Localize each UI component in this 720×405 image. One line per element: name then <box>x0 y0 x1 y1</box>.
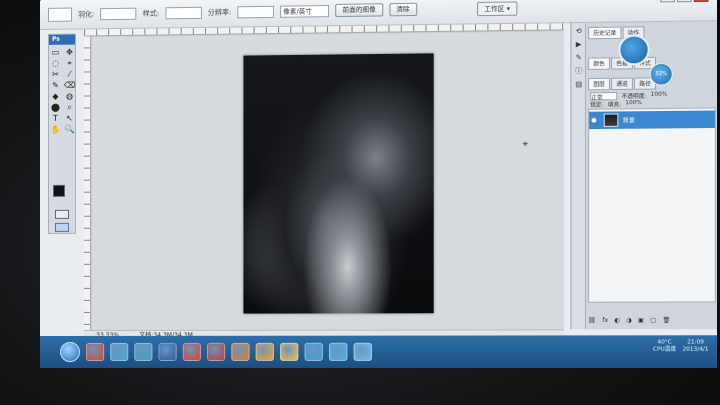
window-controls <box>660 0 709 3</box>
taskbar-app-icon[interactable] <box>353 342 373 361</box>
ps-logo: Ps <box>48 34 76 45</box>
history-icon[interactable]: ⟲ <box>574 27 584 36</box>
tab-layers[interactable]: 图层 <box>588 77 611 91</box>
taskbar-app-icon[interactable] <box>329 342 348 361</box>
screen-mode-button[interactable] <box>54 222 70 232</box>
style-field[interactable] <box>165 6 202 19</box>
quick-mask-button[interactable] <box>54 209 70 219</box>
tool-icon[interactable]: ▭ <box>50 48 61 58</box>
tab-color[interactable]: 颜色 <box>588 57 611 70</box>
start-button[interactable] <box>60 341 81 362</box>
tool-icon[interactable]: ◆ <box>50 92 61 102</box>
tool-icon[interactable]: 🔍 <box>64 125 75 135</box>
taskbar-app-icon[interactable] <box>206 342 226 361</box>
eye-icon[interactable]: ● <box>591 116 599 124</box>
maximize-button[interactable] <box>676 0 692 3</box>
layer-action-icon[interactable]: ▣ <box>638 317 644 324</box>
fill-label: 填充: <box>607 102 622 109</box>
brush-icon[interactable]: ✎ <box>574 54 584 63</box>
actions-icon[interactable]: ▶ <box>574 40 584 49</box>
toolbox: Ps ▭ ✥ ◌ ⌖ ✂ ⁄ ✎ ⌫ ◆ ◍ ⬤ ⌕ T ↖ ✋ 🔍 <box>47 33 77 234</box>
layer-action-icon[interactable]: ◐ <box>614 317 619 324</box>
tool-icon[interactable]: ✋ <box>50 125 61 135</box>
taskbar <box>40 335 717 369</box>
screen: 羽化: 样式: 分辨率: 像素/英寸 前面的图像 清除 工作区 ▾ Ps ▭ ✥ ◌… <box>40 0 717 369</box>
taskbar-app-icon[interactable] <box>255 342 274 361</box>
taskbar-app-icon[interactable] <box>110 342 129 361</box>
workspace-button[interactable]: 工作区 ▾ <box>477 1 518 17</box>
layer-name: 背景 <box>622 117 636 125</box>
tool-preset-picker[interactable] <box>47 7 73 22</box>
resolution-field[interactable] <box>237 5 275 18</box>
tool-icon[interactable]: ✥ <box>64 48 75 58</box>
speed-ball-icon[interactable]: 52% <box>649 62 673 86</box>
fill-value[interactable]: 100% <box>625 100 641 108</box>
taskbar-app-icon[interactable] <box>304 342 323 361</box>
cpu-temperature[interactable]: 40°C CPU温度 <box>653 339 676 353</box>
foreground-color-swatch[interactable] <box>52 184 66 197</box>
tool-icon[interactable]: ⌖ <box>64 59 75 69</box>
clock-date: 2013/4/1 <box>682 346 709 353</box>
feather-field[interactable] <box>100 7 137 20</box>
layer-action-icon[interactable]: ◑ <box>626 317 631 324</box>
temperature-caption: CPU温度 <box>652 346 677 353</box>
layers-icon[interactable]: ▤ <box>574 80 584 89</box>
layer-buttons: ⛓ fx ◐ ◑ ▣ ▢ 🗑 <box>588 317 670 324</box>
taskbar-app-icon[interactable] <box>86 342 105 361</box>
layer-action-icon[interactable]: 🗑 <box>662 317 670 324</box>
tool-icon[interactable]: ↖ <box>64 114 75 124</box>
taskbar-app-icon[interactable] <box>231 342 250 361</box>
layer-action-icon[interactable]: fx <box>602 317 608 324</box>
layer-row[interactable]: ● 背景 <box>589 110 715 130</box>
layer-action-icon[interactable]: ⛓ <box>588 317 596 324</box>
resolution-label: 分辨率: <box>207 7 232 17</box>
tool-icon[interactable]: ✂ <box>50 70 61 80</box>
resolution-unit-select[interactable]: 像素/英寸 <box>280 4 330 18</box>
crosshair-cursor-icon: ⌖ <box>522 139 528 151</box>
photo-canvas[interactable] <box>243 53 434 314</box>
tool-icon[interactable]: ◍ <box>64 92 75 102</box>
opacity-value[interactable]: 100% <box>651 92 667 100</box>
opacity-label: 不透明度: <box>621 93 647 101</box>
tool-icon[interactable]: ✎ <box>50 81 61 91</box>
tool-icon[interactable]: ⌫ <box>64 81 75 91</box>
taskbar-app-icon[interactable] <box>158 342 177 361</box>
close-button[interactable] <box>693 0 709 3</box>
lock-label: 锁定: <box>590 102 604 109</box>
minimize-button[interactable] <box>660 0 675 3</box>
layer-panel-tabs: 图层 通道 路径 <box>588 77 657 91</box>
style-label: 样式: <box>142 8 160 18</box>
clear-button[interactable]: 清除 <box>389 2 417 17</box>
layer-action-icon[interactable]: ▢ <box>650 317 656 324</box>
tool-icon[interactable]: ◌ <box>50 59 61 69</box>
document-window: ⌖ <box>84 23 565 337</box>
tool-icon[interactable]: ⌕ <box>64 103 75 113</box>
temperature-value: 40°C <box>657 339 672 346</box>
tool-icon[interactable]: ⁄ <box>64 70 75 80</box>
vertical-ruler <box>84 36 92 337</box>
info-icon[interactable]: ⓘ <box>574 67 584 76</box>
front-image-button[interactable]: 前面的图像 <box>335 3 383 18</box>
canvas-pasteboard[interactable] <box>92 31 565 330</box>
taskbar-app-icon[interactable] <box>134 342 153 361</box>
feather-label: 羽化: <box>78 9 95 18</box>
clock-time: 21:09 <box>687 339 704 346</box>
tab-channels[interactable]: 通道 <box>611 77 634 91</box>
system-tray: 40°C CPU温度 21:09 2013/4/1 <box>653 339 709 353</box>
layer-thumbnail <box>603 113 619 127</box>
panel-icon-strip: ⟲ ▶ ✎ ⓘ ▤ <box>571 22 587 330</box>
taskbar-app-icon[interactable] <box>182 342 201 361</box>
blend-mode-select[interactable]: 正常 <box>590 92 618 102</box>
tool-grid: ▭ ✥ ◌ ⌖ ✂ ⁄ ✎ ⌫ ◆ ◍ ⬤ ⌕ T ↖ ✋ 🔍 <box>49 45 76 138</box>
tool-icon[interactable]: T <box>50 114 61 124</box>
panels-dock: ⟲ ▶ ✎ ⓘ ▤ 历史记录 动作 颜色 色板 样式 图层 通道 路径 正常 不… <box>570 21 717 330</box>
tab-history[interactable]: 历史记录 <box>588 26 622 40</box>
tool-icon[interactable]: ⬤ <box>50 103 61 113</box>
taskbar-app-icon[interactable] <box>280 342 299 361</box>
layers-list: ● 背景 <box>588 107 716 303</box>
clock[interactable]: 21:09 2013/4/1 <box>683 339 709 353</box>
